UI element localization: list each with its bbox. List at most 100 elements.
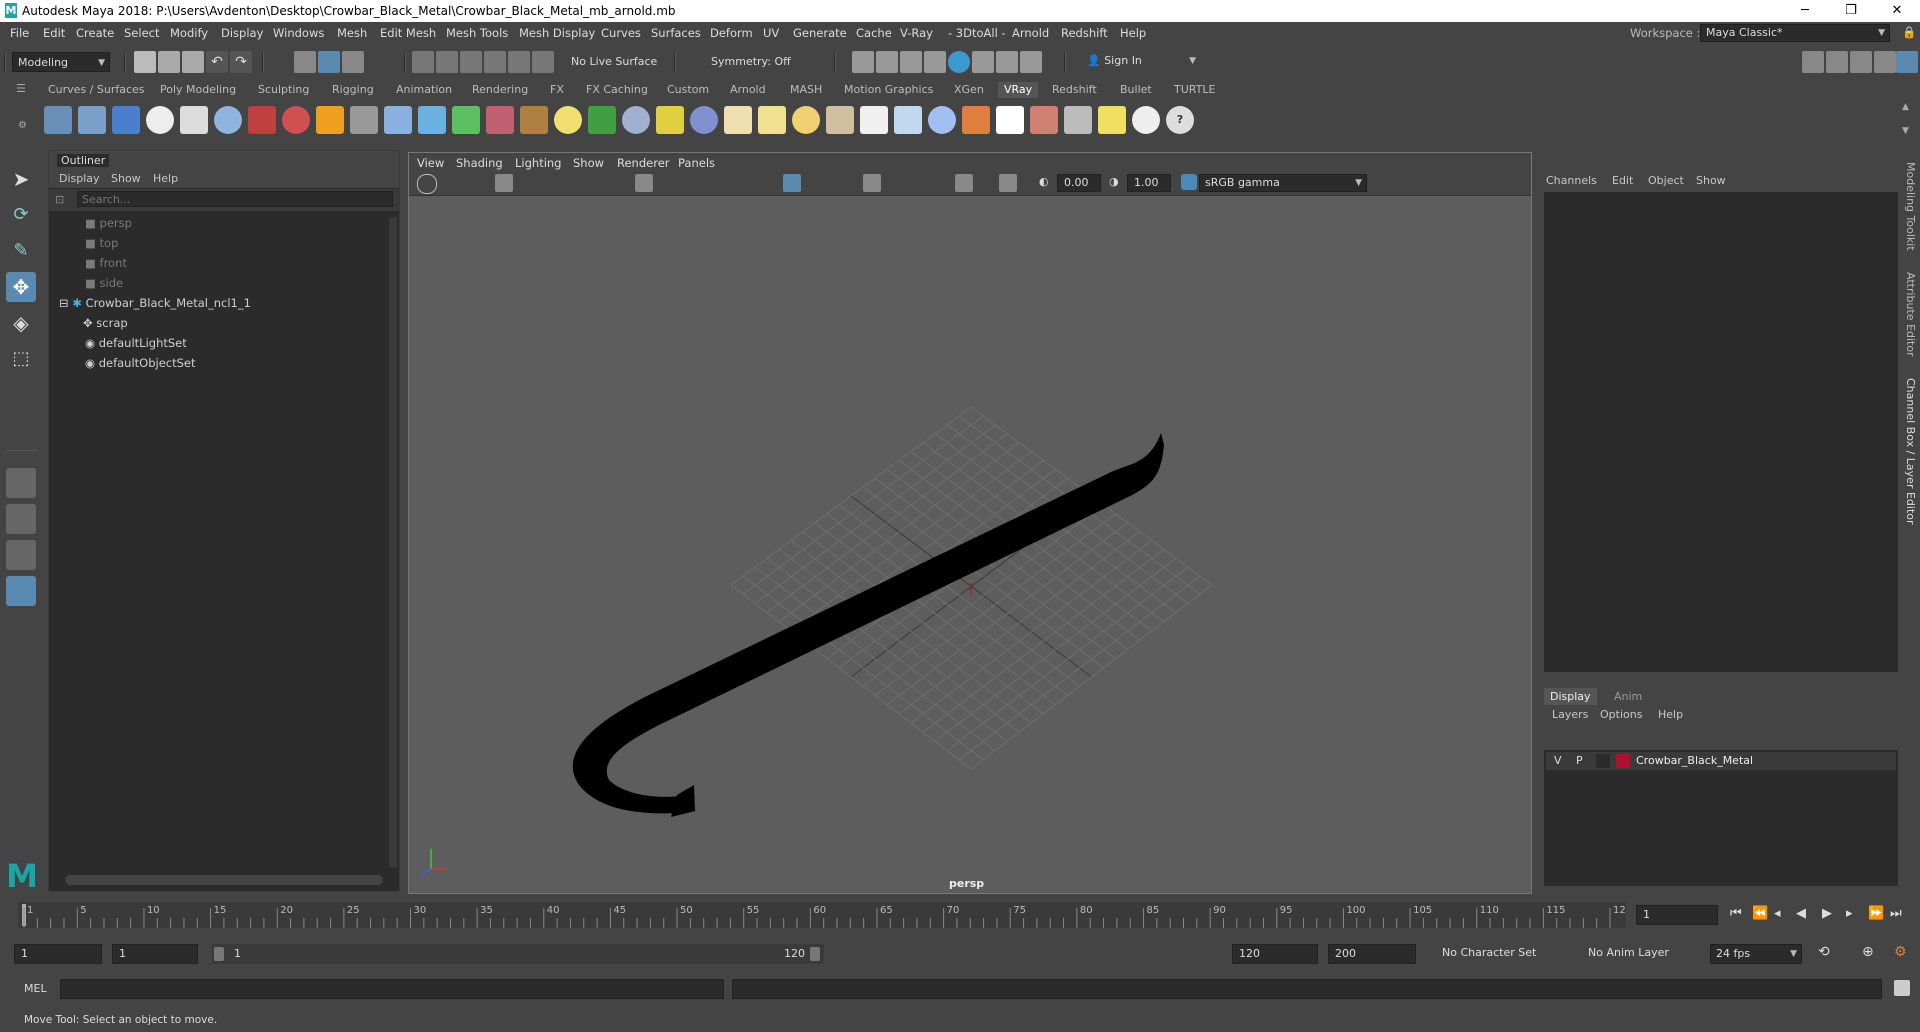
- vray-dome-icon[interactable]: [724, 106, 752, 134]
- vray-plane-icon[interactable]: [350, 106, 378, 134]
- maximize-button[interactable]: ❐: [1828, 0, 1874, 22]
- menu-modify[interactable]: Modify: [170, 26, 208, 40]
- channel-menu-show[interactable]: Show: [1696, 174, 1726, 187]
- vray-table-icon[interactable]: [1064, 106, 1092, 134]
- outliner-search-input[interactable]: [77, 191, 393, 207]
- viewport-canvas[interactable]: [409, 195, 1531, 893]
- rotate-tool-icon[interactable]: ◈: [6, 308, 36, 338]
- menu-file[interactable]: File: [10, 26, 29, 40]
- vray-cloud-icon[interactable]: [1132, 106, 1160, 134]
- layer-tab-display[interactable]: Display: [1544, 688, 1597, 705]
- channel-menu-channels[interactable]: Channels: [1546, 174, 1597, 187]
- vray-cube-icon[interactable]: [384, 106, 412, 134]
- vray-logo-icon[interactable]: [146, 106, 174, 134]
- layer-playback-toggle[interactable]: P: [1576, 754, 1583, 767]
- vray-log-icon[interactable]: [180, 106, 208, 134]
- fps-dropdown[interactable]: 24 fps ▼: [1710, 944, 1802, 964]
- side-tab-channel-box[interactable]: Channel Box / Layer Editor: [1904, 378, 1917, 525]
- shelf-tab-turtle[interactable]: TURTLE: [1168, 82, 1221, 98]
- shelf-tab-custom[interactable]: Custom: [661, 82, 715, 98]
- shelf-tab-redshift[interactable]: Redshift: [1046, 82, 1103, 98]
- pause-render-icon[interactable]: [1020, 51, 1042, 73]
- range-start-handle[interactable]: [214, 947, 224, 961]
- outliner-item-scrap[interactable]: ✥ scrap: [83, 313, 128, 333]
- menu-edit[interactable]: Edit: [43, 26, 65, 40]
- menu-set-dropdown[interactable]: Modeling ▼: [12, 52, 110, 72]
- select-camera-icon[interactable]: [417, 174, 437, 194]
- outliner-menu-display[interactable]: Display: [59, 172, 100, 185]
- outliner-item-top[interactable]: ■ top: [85, 233, 118, 253]
- menu-display[interactable]: Display: [221, 26, 263, 40]
- outliner-item-crowbar-group[interactable]: ⊟ ✱ Crowbar_Black_Metal_ncl1_1: [59, 293, 251, 313]
- snap-point-icon[interactable]: [460, 51, 482, 73]
- vray-proxy-icon[interactable]: [248, 106, 276, 134]
- gamma-field[interactable]: 1.00: [1127, 174, 1171, 192]
- vray-sphere-icon[interactable]: [214, 106, 242, 134]
- exposure-field[interactable]: 0.00: [1057, 174, 1101, 192]
- vray-frame-buffer-icon[interactable]: [78, 106, 106, 134]
- vray-water-icon[interactable]: [418, 106, 446, 134]
- vray-globe-icon[interactable]: [690, 106, 718, 134]
- attribute-editor-icon[interactable]: [1826, 51, 1848, 73]
- anim-preferences-icon[interactable]: ⚙: [1894, 944, 1907, 960]
- vray-ipr-icon[interactable]: [996, 51, 1018, 73]
- lasso-tool-icon[interactable]: ⟳: [6, 200, 36, 230]
- menu-redshift[interactable]: Redshift: [1061, 26, 1108, 40]
- menu-edit-mesh[interactable]: Edit Mesh: [380, 26, 436, 40]
- open-scene-icon[interactable]: [158, 51, 180, 73]
- go-to-end-icon[interactable]: ⏭: [1890, 906, 1902, 921]
- vray-ies-light-icon[interactable]: [826, 106, 854, 134]
- collapse-icon[interactable]: ⊟: [59, 296, 72, 310]
- shelf-tab-rendering[interactable]: Rendering: [466, 82, 534, 98]
- playback-start-field[interactable]: 1: [112, 944, 198, 964]
- menu-mesh[interactable]: Mesh: [337, 26, 367, 40]
- vray-light-lister-icon[interactable]: [1098, 106, 1126, 134]
- vray-fur-icon[interactable]: [316, 106, 344, 134]
- range-bar[interactable]: 1 120: [212, 944, 824, 964]
- outliner-vertical-scrollbar[interactable]: [389, 217, 397, 867]
- select-component-icon[interactable]: [342, 51, 364, 73]
- select-tool-icon[interactable]: ➤: [6, 164, 36, 194]
- viewport-menu-view[interactable]: View: [417, 156, 444, 170]
- smooth-shade-icon[interactable]: [783, 174, 801, 192]
- layer-menu-help[interactable]: Help: [1658, 708, 1683, 721]
- menu-uv[interactable]: UV: [763, 26, 779, 40]
- menu-mesh-display[interactable]: Mesh Display: [519, 26, 595, 40]
- layer-visibility-toggle[interactable]: V: [1554, 754, 1562, 767]
- snap-curve-icon[interactable]: [436, 51, 458, 73]
- menu-3dtoall[interactable]: - 3DtoAll -: [948, 26, 1006, 40]
- current-frame-field[interactable]: 1: [1636, 905, 1718, 925]
- channel-menu-object[interactable]: Object: [1648, 174, 1684, 187]
- scale-tool-icon[interactable]: ⬚: [6, 344, 36, 374]
- go-to-start-icon[interactable]: ⏮: [1730, 906, 1742, 921]
- shelf-tab-fx[interactable]: FX: [544, 82, 570, 98]
- select-hierarchy-icon[interactable]: [294, 51, 316, 73]
- save-scene-icon[interactable]: [182, 51, 204, 73]
- modeling-toolkit-icon[interactable]: [1802, 51, 1824, 73]
- side-tab-modeling-toolkit[interactable]: Modeling Toolkit: [1904, 162, 1917, 251]
- shelf-tab-mash[interactable]: MASH: [784, 82, 828, 98]
- viewport-menu-show[interactable]: Show: [573, 156, 604, 170]
- vray-sun-icon[interactable]: [860, 106, 888, 134]
- snap-vertex-icon[interactable]: [532, 51, 554, 73]
- outliner-menu-show[interactable]: Show: [111, 172, 141, 185]
- render-settings-icon[interactable]: [924, 51, 946, 73]
- select-object-icon[interactable]: [318, 51, 340, 73]
- menu-select[interactable]: Select: [124, 26, 159, 40]
- layer-color-swatch[interactable]: [1616, 754, 1630, 768]
- shelf-tab-rigging[interactable]: Rigging: [326, 82, 380, 98]
- viewport-menu-renderer[interactable]: Renderer: [617, 156, 670, 170]
- menu-windows[interactable]: Windows: [273, 26, 324, 40]
- four-pane-layout-icon[interactable]: [6, 504, 36, 534]
- animation-start-field[interactable]: 1: [14, 944, 102, 964]
- shelf-tab-poly-modeling[interactable]: Poly Modeling: [154, 82, 242, 98]
- render-view-icon[interactable]: [852, 51, 874, 73]
- command-input[interactable]: [60, 979, 724, 999]
- command-language-label[interactable]: MEL: [24, 982, 47, 995]
- layer-editor-toggle-icon[interactable]: [1896, 51, 1918, 73]
- vray-chain-icon[interactable]: [656, 106, 684, 134]
- menu-create[interactable]: Create: [76, 26, 114, 40]
- view-transform-dropdown[interactable]: sRGB gamma ▼: [1199, 174, 1367, 192]
- color-management-icon[interactable]: [1181, 174, 1197, 190]
- vray-grass-icon[interactable]: [588, 106, 616, 134]
